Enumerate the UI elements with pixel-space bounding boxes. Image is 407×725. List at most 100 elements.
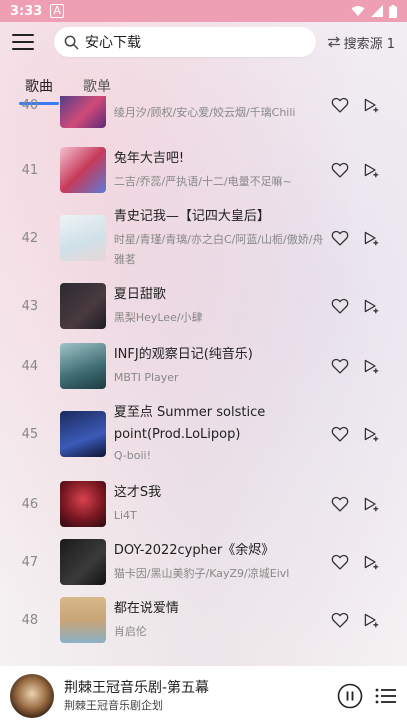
play-next-icon <box>364 231 379 246</box>
search-query: 安心下载 <box>85 35 141 51</box>
song-title: INFJ的观察日记(纯音乐) <box>113 347 253 362</box>
song-cover <box>59 411 106 457</box>
tab-playlists[interactable]: 歌单 <box>83 72 111 96</box>
search-source-button[interactable]: 搜索源 1 <box>327 33 395 52</box>
song-cover <box>59 215 106 261</box>
song-title: DOY-2022cypher《余烬》 <box>113 543 275 558</box>
favorite-button[interactable] <box>331 162 349 178</box>
heart-icon <box>331 97 349 113</box>
search-icon <box>64 35 79 49</box>
play-next-button[interactable] <box>363 230 379 246</box>
play-next-button[interactable] <box>363 426 379 442</box>
song-number: 41 <box>21 162 39 178</box>
favorite-button[interactable] <box>331 298 349 314</box>
song-row[interactable]: 48 都在说爱情 肖启伦 <box>0 596 407 644</box>
pause-button[interactable] <box>337 683 363 709</box>
song-number: 46 <box>21 496 39 512</box>
favorite-button[interactable] <box>331 358 349 374</box>
play-next-icon <box>364 497 379 512</box>
play-next-icon <box>364 555 379 570</box>
song-cover <box>59 283 106 329</box>
favorite-button[interactable] <box>331 496 349 512</box>
search-input[interactable]: 安心下载 <box>54 27 316 57</box>
heart-icon <box>331 554 349 570</box>
playlist-button[interactable] <box>375 687 397 705</box>
battery-icon <box>389 4 397 18</box>
play-next-button[interactable] <box>363 298 379 314</box>
heart-icon <box>331 298 349 314</box>
song-list: 40 绫月汐/顾权/安心爱/姣云烟/千璃Chili 41 兔年大吉吧! 二吉/乔… <box>0 96 407 666</box>
song-cover <box>59 147 106 193</box>
now-playing-title: 荆棘王冠音乐剧-第五幕 <box>64 679 210 696</box>
notification-icon: A <box>50 4 64 18</box>
song-number: 40 <box>21 97 39 113</box>
song-number: 42 <box>21 230 39 246</box>
song-cover <box>59 597 106 643</box>
top-bar: 安心下载 搜索源 1 <box>0 22 407 62</box>
heart-icon <box>331 496 349 512</box>
swap-icon <box>327 36 340 48</box>
play-next-icon <box>364 613 379 628</box>
song-artist: MBTI Player <box>113 371 179 384</box>
song-artist: 二吉/乔蕊/严执语/十二/电量不足嘛~ <box>113 175 292 188</box>
song-row[interactable]: 40 绫月汐/顾权/安心爱/姣云烟/千璃Chili <box>0 96 407 130</box>
song-title: 夏日甜歌 <box>113 287 166 302</box>
pause-icon <box>337 683 363 708</box>
play-next-icon <box>364 98 379 113</box>
song-row[interactable]: 45 夏至点 Summer solstice point(Prod.LoLipo… <box>0 402 407 466</box>
song-row[interactable]: 42 青史记我—【记四大皇后】 时星/青瑾/青璃/亦之白C/阿蓝/山栀/傲娇/舟… <box>0 206 407 270</box>
song-title: 夏至点 Summer solstice <box>113 405 266 420</box>
play-next-button[interactable] <box>363 554 379 570</box>
play-next-button[interactable] <box>363 496 379 512</box>
song-number: 43 <box>21 298 39 314</box>
favorite-button[interactable] <box>331 554 349 570</box>
song-row[interactable]: 49 <box>0 654 407 666</box>
song-artist: 时星/青瑾/青璃/亦之白C/阿蓝/山栀/傲娇/舟 <box>113 233 324 246</box>
heart-icon <box>331 612 349 628</box>
song-cover <box>59 481 106 527</box>
song-cover <box>59 343 106 389</box>
play-next-button[interactable] <box>363 612 379 628</box>
wifi-icon <box>351 6 365 16</box>
status-time: 3:33 <box>10 3 43 19</box>
song-title-continued: point(Prod.LoLipop) <box>113 427 241 442</box>
song-row[interactable]: 44 INFJ的观察日记(纯音乐) MBTI Player <box>0 342 407 390</box>
favorite-button[interactable] <box>331 230 349 246</box>
status-icons <box>351 4 397 18</box>
play-next-icon <box>364 427 379 442</box>
play-next-button[interactable] <box>363 97 379 113</box>
heart-icon <box>331 358 349 374</box>
song-title: 都在说爱情 <box>113 601 179 616</box>
song-artist: 肖启伦 <box>113 625 147 638</box>
song-row[interactable]: 43 夏日甜歌 黑梨HeyLee/小肆 <box>0 282 407 330</box>
heart-icon <box>331 162 349 178</box>
song-row[interactable]: 46 这才S我 Li4T <box>0 480 407 528</box>
song-row[interactable]: 47 DOY-2022cypher《余烬》 猫卡因/黑山美豹子/KayZ9/凉城… <box>0 538 407 586</box>
mini-player[interactable]: 荆棘王冠音乐剧-第五幕 荆棘王冠音乐剧企划 <box>0 666 407 725</box>
now-playing-cover <box>10 673 54 718</box>
song-title: 兔年大吉吧! <box>113 151 185 166</box>
play-next-icon <box>364 359 379 374</box>
play-next-button[interactable] <box>363 358 379 374</box>
play-next-button[interactable] <box>363 162 379 178</box>
song-artist: Li4T <box>113 509 137 522</box>
play-next-icon <box>364 163 379 178</box>
search-source-label: 搜索源 1 <box>343 36 395 52</box>
favorite-button[interactable] <box>331 426 349 442</box>
song-artist-continued: 雅茗 <box>113 253 136 266</box>
heart-icon <box>331 230 349 246</box>
song-number: 44 <box>21 358 39 374</box>
signal-icon <box>371 5 383 17</box>
favorite-button[interactable] <box>331 612 349 628</box>
song-number: 45 <box>21 426 39 442</box>
menu-button[interactable] <box>12 34 34 50</box>
favorite-button[interactable] <box>331 97 349 113</box>
playlist-icon <box>375 688 396 703</box>
heart-icon <box>331 426 349 442</box>
tab-songs[interactable]: 歌曲 <box>19 72 59 105</box>
song-row[interactable]: 41 兔年大吉吧! 二吉/乔蕊/严执语/十二/电量不足嘛~ <box>0 146 407 194</box>
song-number: 47 <box>21 554 39 570</box>
song-artist: 绫月汐/顾权/安心爱/姣云烟/千璃Chili <box>113 106 296 119</box>
play-next-icon <box>364 299 379 314</box>
song-artist: 黑梨HeyLee/小肆 <box>113 311 203 324</box>
